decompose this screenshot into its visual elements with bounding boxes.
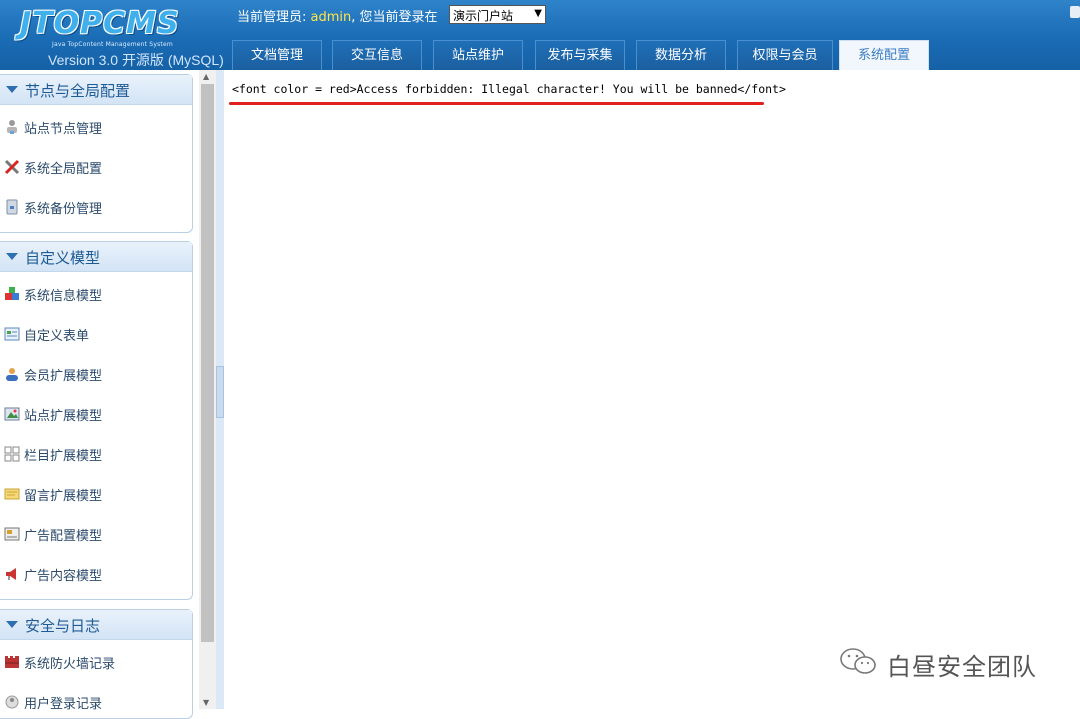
sidebar-item-system-info-model[interactable]: 系统信息模型 (0, 282, 190, 306)
member-icon (6, 368, 18, 381)
caret-down-icon (6, 621, 18, 628)
sidebar-item-login-log[interactable]: 用户登录记录 (0, 690, 190, 714)
tab-site-maintenance[interactable]: 站点维护 (433, 40, 523, 70)
sidebar-item-label: 站点扩展模型 (24, 409, 103, 424)
ad-config-icon (4, 527, 20, 541)
jtopcms-logo: JTOPCMS Java TopContent Management Syste… (20, 4, 224, 68)
panel-custom-models: 自定义模型 系统信息模型 自定义表单 会员扩展模型 站点扩展模型 栏目扩展模型 … (0, 241, 193, 600)
backup-icon (6, 199, 18, 215)
sidebar-item-label: 会员扩展模型 (24, 369, 103, 384)
sidebar-item-global-config[interactable]: 系统全局配置 (0, 155, 190, 179)
panel-title: 节点与全局配置 (25, 82, 131, 100)
window-icon[interactable] (1070, 6, 1080, 18)
megaphone-icon (6, 568, 16, 580)
scroll-down-arrow-icon[interactable]: ▼ (203, 698, 209, 707)
panel-security-logs: 安全与日志 系统防火墙记录 用户登录记录 (0, 609, 193, 719)
top-header: JTOPCMS Java TopContent Management Syste… (0, 0, 1080, 70)
sidebar-item-site-node-management[interactable]: 站点节点管理 (0, 115, 190, 139)
tab-label: 数据分析 (654, 48, 707, 63)
tab-label: 站点维护 (451, 48, 504, 63)
firewall-icon (5, 656, 19, 668)
sidebar-item-ad-config-model[interactable]: 广告配置模型 (0, 522, 190, 546)
admin-name: admin (310, 10, 352, 25)
sidebar-item-message-ext-model[interactable]: 留言扩展模型 (0, 482, 190, 506)
tab-label: 交互信息 (350, 48, 403, 63)
tab-permissions-members[interactable]: 权限与会员 (737, 40, 833, 70)
tab-label: 文档管理 (250, 48, 303, 63)
red-annotation-underline (229, 102, 764, 105)
sidebar-scroll-thumb[interactable] (201, 84, 214, 642)
login-record-icon (5, 695, 19, 709)
sidebar: 节点与全局配置 站点节点管理 系统全局配置 系统备份管理 自定义模型 系统信息模… (0, 70, 199, 719)
sidebar-item-label: 站点节点管理 (24, 122, 103, 137)
site-select[interactable]: 演示门户站 ▼ (449, 5, 546, 24)
tab-data-analysis[interactable]: 数据分析 (636, 40, 726, 70)
panel-header[interactable]: 节点与全局配置 (0, 75, 192, 105)
caret-down-icon (6, 86, 18, 93)
sidebar-item-label: 用户登录记录 (24, 697, 103, 712)
sidebar-item-label: 自定义表单 (24, 329, 90, 344)
sidebar-item-label: 广告配置模型 (24, 529, 103, 544)
wechat-icon (840, 648, 876, 674)
site-select-value: 演示门户站 (453, 9, 514, 23)
admin-label: 当前管理员: (237, 10, 311, 25)
sidebar-item-label: 系统备份管理 (24, 202, 103, 217)
tab-interaction-info[interactable]: 交互信息 (332, 40, 422, 70)
version-label: Version 3.0 开源版 (MySQL) (48, 52, 224, 68)
tab-system-config[interactable]: 系统配置 (839, 40, 929, 70)
splitter-collapse-handle[interactable] (216, 366, 224, 418)
logo-subtitle: Java TopContent Management System (52, 41, 173, 48)
grid-icon (4, 446, 20, 462)
sidebar-item-member-ext-model[interactable]: 会员扩展模型 (0, 362, 190, 386)
logo-wordmark: JTOPCMS (20, 6, 180, 41)
sidebar-item-label: 系统信息模型 (24, 289, 103, 304)
sidebar-item-custom-form[interactable]: 自定义表单 (0, 322, 190, 346)
main-content: <font color = red>Access forbidden: Ille… (224, 70, 1080, 709)
tab-label: 权限与会员 (752, 48, 818, 63)
access-forbidden-message: <font color = red>Access forbidden: Ille… (232, 82, 786, 96)
sidebar-item-site-ext-model[interactable]: 站点扩展模型 (0, 402, 190, 426)
sidebar-item-column-ext-model[interactable]: 栏目扩展模型 (0, 442, 190, 466)
sidebar-item-label: 栏目扩展模型 (24, 449, 103, 464)
tab-label: 发布与采集 (547, 48, 613, 63)
sidebar-item-backup-management[interactable]: 系统备份管理 (0, 195, 190, 219)
form-icon (4, 327, 20, 341)
tab-publish-collect[interactable]: 发布与采集 (535, 40, 625, 70)
site-image-icon (4, 407, 20, 421)
blocks-icon (5, 287, 19, 300)
watermark-text: 白昼安全团队 (887, 653, 1037, 681)
chevron-down-icon: ▼ (534, 8, 542, 19)
scroll-up-arrow-icon[interactable]: ▲ (203, 72, 209, 81)
login-site-label: , 您当前登录在 (351, 10, 438, 25)
tab-document-management[interactable]: 文档管理 (232, 40, 322, 70)
sidebar-item-label: 广告内容模型 (24, 569, 103, 584)
caret-down-icon (6, 253, 18, 260)
sidebar-item-label: 系统全局配置 (24, 162, 103, 177)
panel-title: 自定义模型 (25, 249, 101, 267)
user-tree-icon (7, 120, 17, 134)
panel-header[interactable]: 自定义模型 (0, 242, 192, 272)
tools-icon (4, 159, 20, 175)
sidebar-item-firewall-log[interactable]: 系统防火墙记录 (0, 650, 190, 674)
tab-label: 系统配置 (857, 48, 910, 63)
panel-node-global-config: 节点与全局配置 站点节点管理 系统全局配置 系统备份管理 (0, 74, 193, 233)
sidebar-item-label: 系统防火墙记录 (24, 657, 116, 672)
sidebar-item-label: 留言扩展模型 (24, 489, 103, 504)
panel-header[interactable]: 安全与日志 (0, 610, 192, 640)
panel-title: 安全与日志 (25, 617, 101, 635)
sidebar-item-ad-content-model[interactable]: 广告内容模型 (0, 562, 190, 586)
login-info: 当前管理员: admin, 您当前登录在 (237, 6, 438, 25)
note-icon (4, 488, 20, 500)
